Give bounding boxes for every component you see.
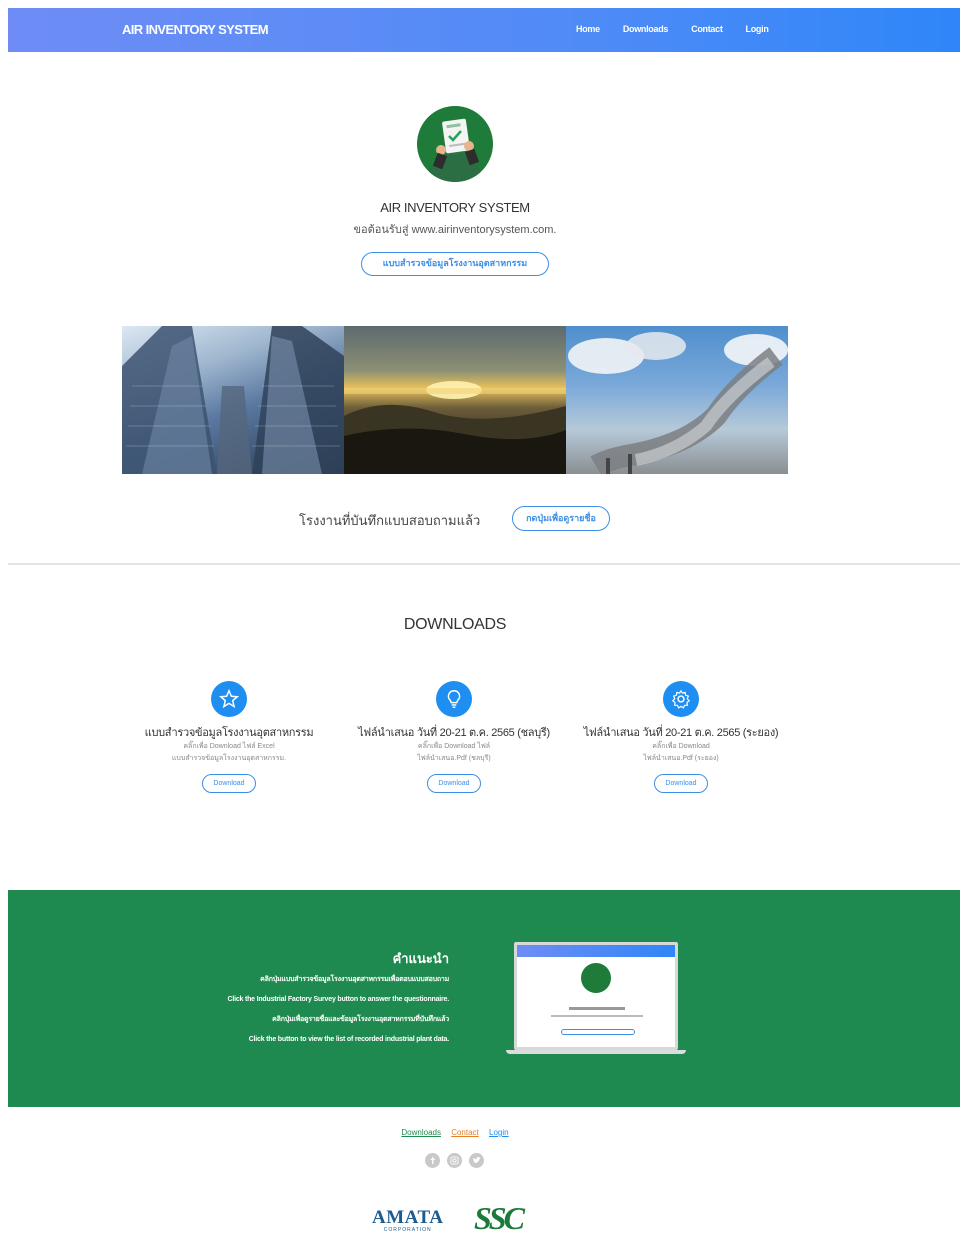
- instruction-line: Click the Industrial Factory Survey butt…: [227, 996, 449, 1003]
- instructions-heading: คำแนะนำ: [392, 951, 449, 966]
- laptop-screen: [514, 942, 678, 1050]
- instructions-section: คำแนะนำ คลิกปุ่มแบบสำรวจข้อมูลโรงงานอุตส…: [8, 890, 960, 1107]
- nav-home[interactable]: Home: [576, 24, 600, 34]
- nav-contact[interactable]: Contact: [691, 24, 723, 34]
- download-card-desc: แบบสำรวจข้อมูลโรงงานอุตสาหกรรม.: [171, 755, 287, 762]
- footer-link-contact[interactable]: Contact: [451, 1128, 479, 1137]
- factory-smoke-image: [566, 326, 788, 474]
- download-card-title: ไฟล์นำเสนอ วันที่ 20-21 ต.ค. 2565 (ระยอง…: [583, 727, 779, 739]
- star-icon: [211, 681, 247, 717]
- twitter-icon[interactable]: [469, 1153, 484, 1168]
- app-logo: [417, 106, 493, 182]
- download-card-title: แบบสำรวจข้อมูลโรงงานอุตสาหกรรม: [144, 727, 314, 739]
- download-button[interactable]: Download: [202, 774, 256, 793]
- instructions-text: คำแนะนำ คลิกปุ่มแบบสำรวจข้อมูลโรงงานอุตส…: [227, 948, 449, 1055]
- download-card-desc: คลิ๊กเพื่อ Download ไฟล์ Excel: [183, 743, 275, 750]
- navbar: AIR INVENTORY SYSTEM Home Downloads Cont…: [8, 8, 960, 52]
- hero-subtitle: ขอต้อนรับสู่ www.airinventorysystem.com.: [353, 224, 557, 236]
- downloads-title: DOWNLOADS: [403, 616, 507, 633]
- clipboard-icon: [427, 118, 483, 182]
- footer-link-login[interactable]: Login: [489, 1128, 509, 1137]
- gear-icon: [663, 681, 699, 717]
- social-icons: [425, 1153, 484, 1168]
- city-buildings-image: [122, 326, 344, 474]
- download-card-title: ไฟล์นำเสนอ วันที่ 20-21 ต.ค. 2565 (ชลบุร…: [358, 727, 550, 739]
- download-card-desc: ไฟล์นำเสนอ.Pdf (ระยอง): [643, 755, 719, 762]
- view-list-button[interactable]: กดปุ่มเพื่อดูรายชื่อ: [512, 506, 610, 531]
- footer-links: Downloads Contact Login: [0, 1128, 910, 1137]
- sunset-coast-image: [344, 326, 566, 474]
- section-divider: [8, 563, 960, 565]
- survey-button[interactable]: แบบสำรวจข้อมูลโรงงานอุตสาหกรรม: [361, 252, 549, 276]
- nav-login[interactable]: Login: [746, 24, 769, 34]
- nav-downloads[interactable]: Downloads: [623, 24, 669, 34]
- instruction-line: คลิกปุ่มแบบสำรวจข้อมูลโรงงานอุตสาหกรรมเพ…: [260, 976, 449, 983]
- download-card-chonburi: ไฟล์นำเสนอ วันที่ 20-21 ต.ค. 2565 (ชลบุร…: [344, 681, 564, 793]
- instruction-line: Click the button to view the list of rec…: [248, 1036, 450, 1043]
- recorded-factories-label: โรงงานที่บันทึกแบบสอบถามแล้ว: [299, 513, 481, 528]
- facebook-icon[interactable]: [425, 1153, 440, 1168]
- download-card-desc: คลิ๊กเพื่อ Download: [652, 743, 710, 750]
- ssc-logo: SSC: [474, 1200, 525, 1236]
- nav-links: Home Downloads Contact Login: [576, 24, 769, 34]
- download-card-rayong: ไฟล์นำเสนอ วันที่ 20-21 ต.ค. 2565 (ระยอง…: [571, 681, 791, 793]
- lightbulb-icon: [436, 681, 472, 717]
- download-card-desc: คลิ๊กเพื่อ Download ไฟล์: [417, 743, 491, 750]
- instagram-icon[interactable]: [447, 1153, 462, 1168]
- laptop-preview-image: [506, 942, 686, 1054]
- download-button[interactable]: Download: [427, 774, 481, 793]
- download-card-survey: แบบสำรวจข้อมูลโรงงานอุตสาหกรรม คลิ๊กเพื่…: [119, 681, 339, 793]
- brand-title[interactable]: AIR INVENTORY SYSTEM: [122, 22, 269, 37]
- footer-link-downloads[interactable]: Downloads: [401, 1128, 441, 1137]
- download-button[interactable]: Download: [654, 774, 708, 793]
- download-card-desc: ไฟล์นำเสนอ.Pdf (ชลบุรี): [417, 755, 491, 762]
- image-strip: [122, 326, 788, 474]
- hero-title: AIR INVENTORY SYSTEM: [380, 200, 530, 215]
- instruction-line: คลิกปุ่มเพื่อดูรายชื่อและข้อมูลโรงงานอุต…: [272, 1016, 449, 1023]
- amata-logo: AMATA CORPORATION: [372, 1207, 444, 1233]
